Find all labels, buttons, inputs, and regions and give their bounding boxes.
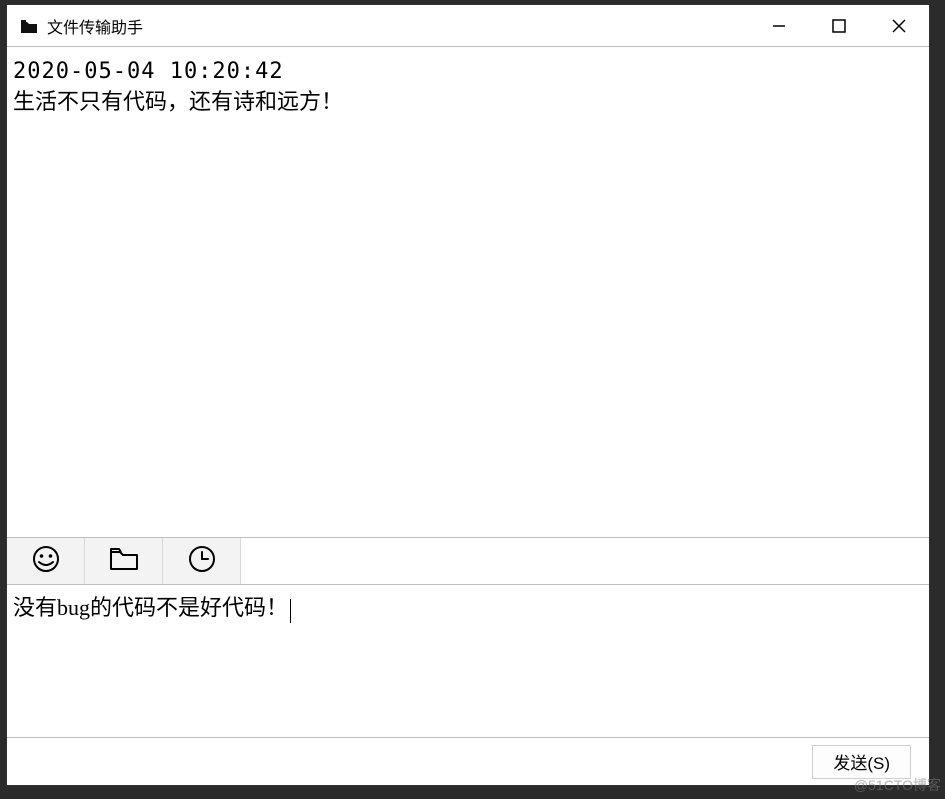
message-history[interactable]: 2020-05-04 10:20:42 生活不只有代码，还有诗和远方！ (7, 47, 929, 537)
emoji-button[interactable] (7, 538, 85, 584)
watermark: @51CTO博客 (854, 775, 941, 795)
history-icon (188, 545, 216, 578)
history-button[interactable] (163, 538, 241, 584)
footer: 发送(S) (7, 737, 929, 785)
close-button[interactable] (869, 5, 929, 47)
maximize-button[interactable] (809, 5, 869, 47)
folder-icon (109, 546, 139, 577)
send-button-label: 发送(S) (833, 749, 890, 774)
app-window: 文件传输助手 2020-05-04 10:20:42 生活不只有代码，还有诗和远… (6, 4, 930, 786)
app-icon (21, 19, 37, 33)
minimize-button[interactable] (749, 5, 809, 47)
send-button[interactable]: 发送(S) (812, 745, 911, 779)
emoji-icon (32, 545, 60, 578)
input-toolbar (7, 537, 929, 585)
message-item: 2020-05-04 10:20:42 生活不只有代码，还有诗和远方！ (13, 57, 923, 116)
message-timestamp: 2020-05-04 10:20:42 (13, 57, 923, 87)
message-input[interactable]: 没有bug的代码不是好代码！ (7, 585, 929, 737)
titlebar: 文件传输助手 (7, 5, 929, 47)
message-text: 生活不只有代码，还有诗和远方！ (13, 87, 923, 117)
input-text: 没有bug的代码不是好代码！ (13, 595, 288, 620)
text-cursor (290, 599, 291, 623)
file-button[interactable] (85, 538, 163, 584)
window-title: 文件传输助手 (47, 14, 749, 38)
